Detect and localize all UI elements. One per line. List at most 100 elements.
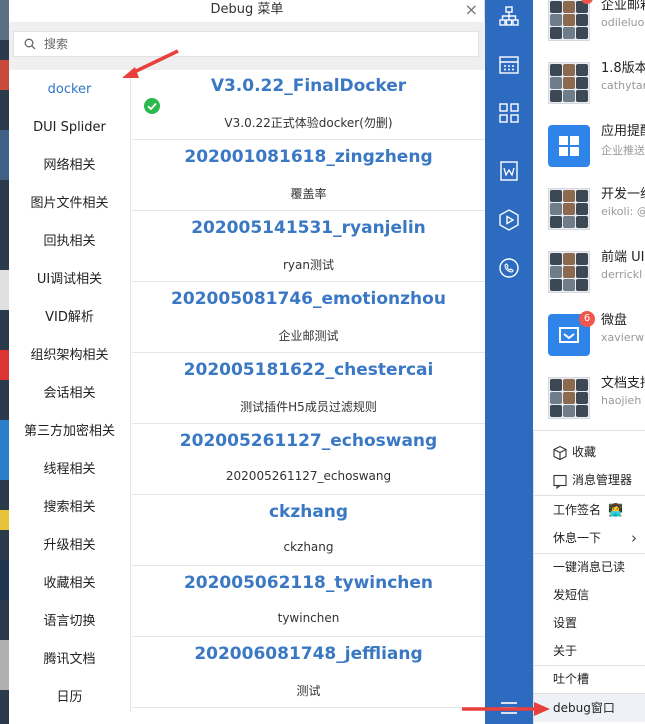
message-box-icon: [553, 474, 567, 489]
menu-item-about[interactable]: 关于: [534, 637, 645, 665]
search-input[interactable]: [44, 35, 464, 53]
red-arrow-annotation: [122, 49, 179, 78]
debug-menu-dialog: Debug 菜单 × dockerDUI Splider网络相关图片文件相关回执…: [9, 0, 485, 712]
sidebar-item[interactable]: 搜索相关: [9, 489, 130, 527]
entry-description: 企业邮测试: [278, 329, 339, 343]
entry-divider: [132, 636, 485, 637]
sidebar-item[interactable]: 第三方加密相关: [9, 413, 130, 451]
sidebar-item[interactable]: 网络相关: [9, 147, 130, 185]
menu-item-label: 关于: [553, 644, 578, 658]
sidebar-item[interactable]: 腾讯文档: [9, 641, 130, 679]
sidebar-item[interactable]: 收藏相关: [9, 565, 130, 603]
entry-description: 覆盖率: [290, 187, 327, 201]
sidebar-item[interactable]: 线程相关: [9, 451, 130, 489]
search-box[interactable]: [13, 31, 479, 57]
docker-entry[interactable]: ckzhang ckzhang: [132, 496, 485, 567]
sidebar-item[interactable]: 会话相关: [9, 375, 130, 413]
entry-title[interactable]: 202005181622_chestercai: [132, 360, 485, 380]
menu-item-take-a-break[interactable]: 休息一下 ›: [534, 524, 645, 552]
group-avatar: [548, 251, 590, 293]
conversation-item[interactable]: 微盘 xavierw 6: [533, 307, 645, 369]
desktop-background-strip: [0, 0, 9, 724]
conversation-item[interactable]: 应用提醒企业推送: [533, 118, 645, 180]
sidebar-item[interactable]: VID解析: [9, 299, 130, 337]
docker-entry[interactable]: V3.0.22_FinalDocker V3.0.22正式体验docker(勿删): [132, 70, 485, 141]
conversation-item[interactable]: 企业邮箱 odileluo: [533, 0, 645, 54]
calendar-icon[interactable]: [497, 53, 521, 77]
conversation-name: 前端 UI: [601, 250, 645, 265]
menu-item-label: 工作签名: [553, 503, 602, 517]
menu-item-favorites[interactable]: 收藏: [534, 438, 645, 466]
docker-entry[interactable]: 202006081748_jeffliang 测试: [132, 638, 485, 709]
menu-item-label: 消息管理器: [572, 473, 633, 487]
entry-divider: [132, 565, 485, 566]
conversation-preview: eikoli: @: [601, 205, 645, 218]
app-reminder-icon: [548, 125, 590, 167]
entry-description: 测试插件H5成员过滤规则: [240, 400, 377, 414]
group-avatar: [548, 0, 590, 41]
sidebar-item[interactable]: 图片文件相关: [9, 185, 130, 223]
entry-title[interactable]: V3.0.22_FinalDocker: [132, 76, 485, 96]
entry-title[interactable]: 202005081746_emotionzhou: [132, 289, 485, 309]
entry-description: V3.0.22正式体验docker(勿删): [224, 116, 393, 130]
entry-title[interactable]: 202005141531_ryanjelin: [132, 218, 485, 238]
entry-divider: [132, 281, 485, 282]
conversation-name: 开发一组: [601, 187, 645, 202]
entry-title[interactable]: 202005261127_echoswang: [132, 431, 485, 451]
entry-divider: [132, 494, 485, 495]
conversation-preview: haojieh: [601, 394, 642, 407]
sidebar-item[interactable]: 语言切换: [9, 603, 130, 641]
red-arrow-annotation: [462, 702, 550, 716]
menu-item-label: debug窗口: [553, 701, 615, 715]
menu-item-settings[interactable]: 设置: [534, 609, 645, 637]
sidebar-item[interactable]: docker: [9, 71, 130, 109]
menu-item-label: 休息一下: [553, 531, 602, 545]
unread-badge: 6: [579, 311, 595, 327]
menu-item-mark-all-read[interactable]: 一键消息已读: [534, 553, 645, 581]
apps-grid-icon[interactable]: [497, 101, 521, 125]
sidebar-item[interactable]: 升级相关: [9, 527, 130, 565]
search-icon: [24, 38, 36, 50]
document-w-icon[interactable]: [497, 159, 521, 183]
close-icon[interactable]: ×: [465, 0, 478, 20]
org-chart-icon[interactable]: [497, 4, 521, 28]
menu-item-label: 一键消息已读: [553, 560, 626, 574]
sidebar-item[interactable]: UI调试相关: [9, 261, 130, 299]
sidebar-item[interactable]: DUI Splider: [9, 109, 130, 147]
entry-title[interactable]: ckzhang: [132, 502, 485, 522]
entry-divider: [132, 707, 485, 708]
entry-title[interactable]: 202005062118_tywinchen: [132, 573, 485, 593]
entry-title[interactable]: 202001081618_zingzheng: [132, 147, 485, 167]
hexagon-play-icon[interactable]: [497, 208, 521, 232]
dialog-title: Debug 菜单: [210, 2, 284, 17]
conversation-item[interactable]: 1.8版本 cathytan: [533, 55, 645, 117]
docker-entry[interactable]: 202005261127_echoswang 202005261127_echos…: [132, 425, 485, 496]
docker-entry[interactable]: 202005181622_chestercai 测试插件H5成员过滤规则: [132, 354, 485, 425]
menu-item-feedback[interactable]: 吐个槽: [534, 665, 645, 693]
docker-entry[interactable]: 202005141531_ryanjelin ryan测试: [132, 212, 485, 283]
menu-item-message-manager[interactable]: 消息管理器: [534, 466, 645, 494]
search-bar: [9, 22, 485, 70]
menu-item-work-signature[interactable]: 工作签名 👩‍💻: [534, 496, 645, 524]
conversation-item[interactable]: 开发一组 eikoli: @: [533, 181, 645, 243]
main-menu-popup: 收藏 消息管理器 工作签名 👩‍💻 休息一下 › 一键消息已读 发短信 设置 关…: [533, 430, 645, 724]
sidebar-item[interactable]: 日历: [9, 679, 130, 717]
entry-description: tywinchen: [277, 611, 340, 625]
docker-entry[interactable]: 202005062118_tywinchen tywinchen: [132, 567, 485, 638]
sidebar-item[interactable]: 组织架构相关: [9, 337, 130, 375]
menu-item-label: 收藏: [572, 445, 597, 459]
group-avatar: [548, 377, 590, 419]
sidebar-item[interactable]: 回执相关: [9, 223, 130, 261]
conversation-item[interactable]: 文档支持 haojieh: [533, 370, 645, 430]
docker-entry[interactable]: 202005081746_emotionzhou 企业邮测试: [132, 283, 485, 354]
menu-item-label: 吐个槽: [553, 672, 590, 686]
docker-entry[interactable]: 202001081618_zingzheng 覆盖率: [132, 141, 485, 212]
conversation-name: 应用提醒: [601, 124, 645, 139]
menu-item-send-sms[interactable]: 发短信: [534, 581, 645, 609]
selected-check-icon: [144, 98, 160, 114]
entry-title[interactable]: 202006081748_jeffliang: [132, 644, 485, 664]
cube-icon: [553, 445, 567, 461]
conversation-item[interactable]: 前端 UI derrickl: [533, 244, 645, 306]
cloud-phone-icon[interactable]: [497, 256, 521, 280]
conversation-name: 微盘: [601, 313, 628, 328]
